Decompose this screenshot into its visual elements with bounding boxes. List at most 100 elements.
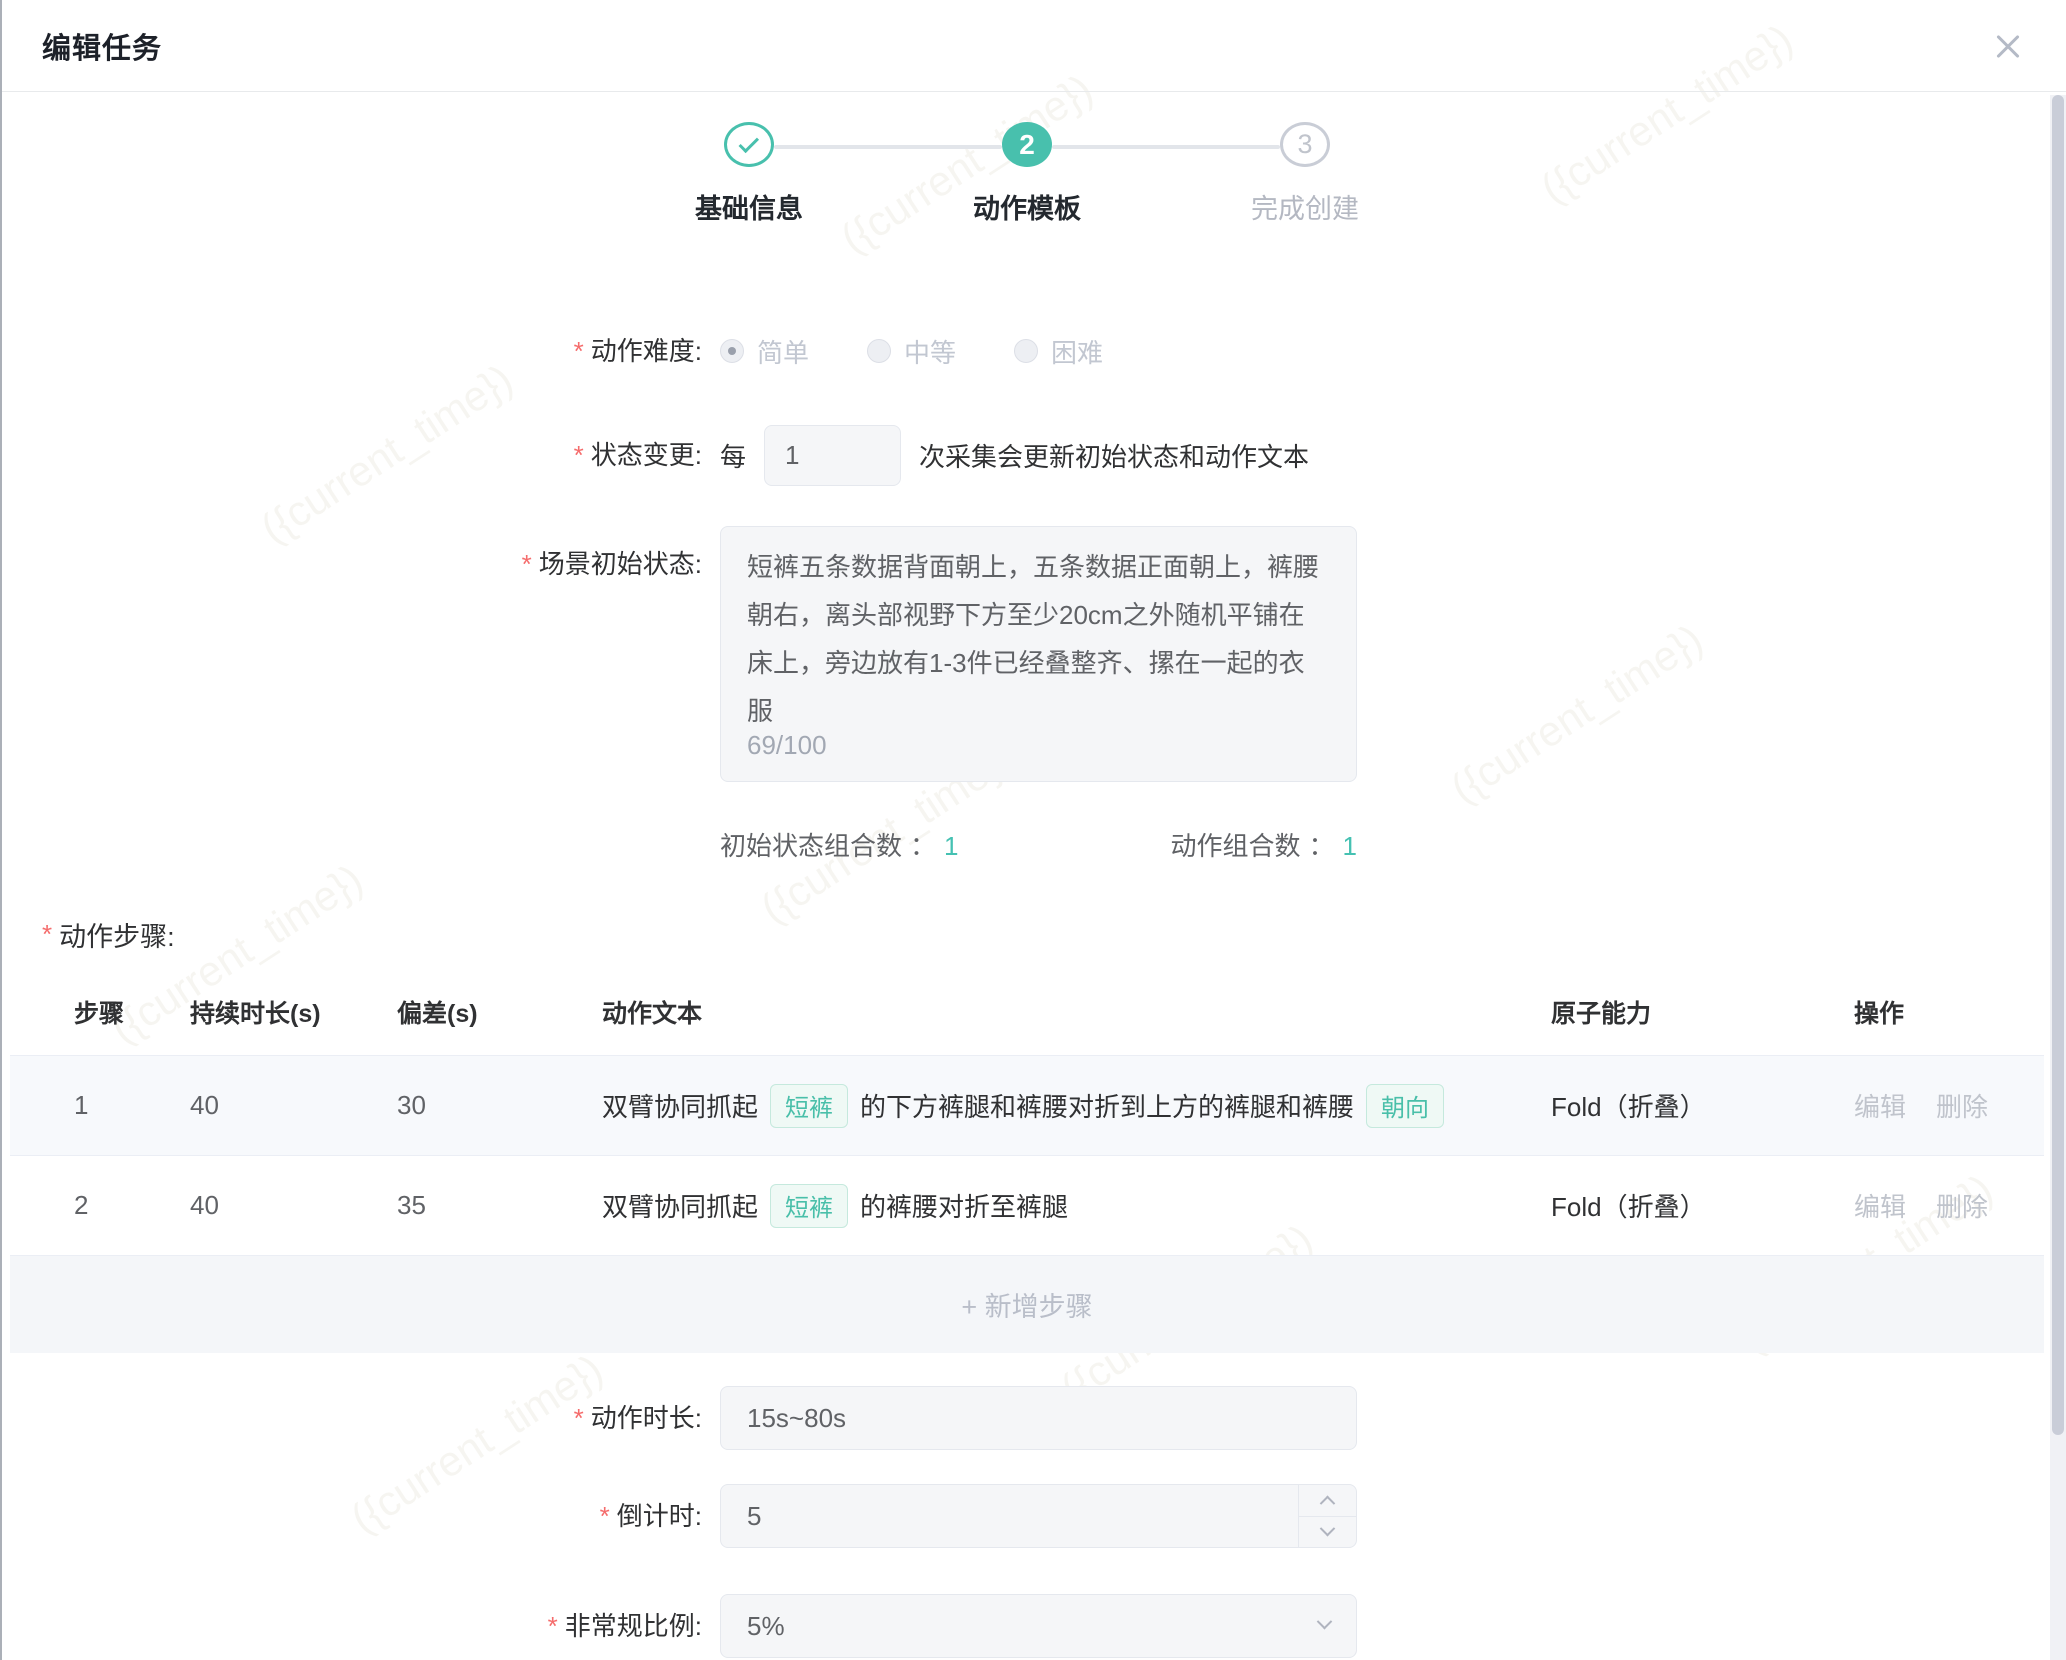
state-change-label: *状态变更: [2, 437, 702, 473]
edit-button[interactable]: 编辑 [1854, 1087, 1906, 1124]
checkmark-icon [738, 132, 759, 153]
combo-label: 初始状态组合数 [720, 831, 902, 861]
table-row: 1 40 30 双臂协同抓起 短裤 的下方裤腿和裤腰对折到上方的裤腿和裤腰 朝向… [10, 1056, 2044, 1156]
cell-step: 2 [74, 1190, 190, 1221]
action-text: 的裤腰对折至裤腿 [860, 1187, 1068, 1224]
orientation-tag: 朝向 [1366, 1084, 1444, 1128]
step-action-template: 2 动作模板 [888, 122, 1166, 226]
cell-deviation: 30 [397, 1090, 602, 1121]
step-label: 完成创建 [1251, 187, 1359, 226]
step-finish-create: 3 完成创建 [1166, 122, 1444, 226]
state-change-suffix: 次采集会更新初始状态和动作文本 [919, 437, 1309, 474]
action-duration-label: *动作时长: [2, 1400, 702, 1436]
step-label: 基础信息 [695, 187, 803, 226]
action-text: 双臂协同抓起 [602, 1187, 758, 1224]
radio-label: 中等 [904, 333, 956, 370]
initial-combo-count: 初始状态组合数 ： 1 [720, 826, 959, 863]
radio-icon[interactable] [1014, 339, 1038, 363]
label-text: 倒计时: [617, 1501, 702, 1531]
countdown-input[interactable]: 5 [720, 1484, 1357, 1548]
combo-counts-row: 初始状态组合数 ： 1 动作组合数：1 [720, 827, 1357, 861]
cell-action-text: 双臂协同抓起 短裤 的下方裤腿和裤腰对折到上方的裤腿和裤腰 朝向 [602, 1084, 1551, 1128]
cell-duration: 40 [190, 1090, 397, 1121]
step-label: 动作模板 [973, 187, 1081, 226]
label-text: 状态变更: [591, 440, 702, 470]
label-text: 动作时长: [591, 1403, 702, 1433]
unusual-ratio-select[interactable]: 5% [720, 1594, 1357, 1658]
object-tag: 短裤 [770, 1084, 848, 1128]
action-text: 双臂协同抓起 [602, 1087, 758, 1124]
spinner-increase-button[interactable] [1299, 1485, 1356, 1516]
col-header-operations: 操作 [1854, 994, 2044, 1030]
required-mark: * [574, 440, 584, 470]
step-basic-info: 基础信息 [610, 122, 888, 226]
cell-ability: Fold（折叠） [1551, 1187, 1854, 1224]
action-steps-label: * 动作步骤: [2, 917, 2052, 951]
combo-label: 动作组合数 [1171, 831, 1301, 861]
countdown-row: *倒计时: 5 [2, 1484, 2052, 1548]
required-mark: * [42, 919, 52, 950]
required-mark: * [522, 549, 532, 579]
edit-button[interactable]: 编辑 [1854, 1187, 1906, 1224]
label-text: 场景初始状态: [539, 549, 702, 579]
col-header-duration: 持续时长(s) [190, 994, 397, 1030]
edit-task-dialog: ({current_time}) ({current_time}) ({curr… [0, 0, 2066, 1660]
label-text: 动作难度: [591, 336, 702, 366]
cell-operations: 编辑 删除 [1854, 1187, 2044, 1224]
step-number: 2 [1002, 122, 1052, 167]
input-value: 15s~80s [747, 1403, 846, 1434]
radio-option-medium[interactable]: 中等 [867, 333, 956, 370]
delete-button[interactable]: 删除 [1936, 1187, 1988, 1224]
cell-operations: 编辑 删除 [1854, 1087, 2044, 1124]
label-text: 非常规比例: [565, 1611, 702, 1641]
combo-value: 1 [944, 831, 958, 861]
cell-deviation: 35 [397, 1190, 602, 1221]
combo-separator: ： [910, 831, 936, 861]
combo-value: 1 [1343, 831, 1357, 861]
col-header-action-text: 动作文本 [602, 994, 1551, 1030]
col-header-step: 步骤 [74, 994, 190, 1030]
action-text: 的下方裤腿和裤腰对折到上方的裤腿和裤腰 [860, 1087, 1354, 1124]
label-text: 动作步骤: [59, 915, 175, 954]
object-tag: 短裤 [770, 1184, 848, 1228]
radio-label: 简单 [757, 333, 809, 370]
unusual-ratio-row: *非常规比例: 5% [2, 1594, 2052, 1658]
chevron-down-icon [1317, 1614, 1333, 1630]
radio-option-easy[interactable]: 简单 [720, 333, 809, 370]
vertical-scrollbar[interactable] [2050, 95, 2066, 1660]
difficulty-row: *动作难度: 简单 中等 困难 [2, 333, 2052, 369]
dialog-body: 基础信息 2 动作模板 3 完成创建 *动作难度: 简单 中等 [2, 122, 2052, 1658]
action-duration-input[interactable]: 15s~80s [720, 1386, 1357, 1450]
initial-state-textarea[interactable]: 短裤五条数据背面朝上，五条数据正面朝上，裤腰朝右，离头部视野下方至少20cm之外… [720, 526, 1357, 782]
initial-state-row: *场景初始状态: 短裤五条数据背面朝上，五条数据正面朝上，裤腰朝右，离头部视野下… [2, 526, 2052, 782]
delete-button[interactable]: 删除 [1936, 1087, 1988, 1124]
countdown-label: *倒计时: [2, 1498, 702, 1534]
required-mark: * [548, 1611, 558, 1641]
dialog-header: 编辑任务 [2, 0, 2066, 92]
table-header-row: 步骤 持续时长(s) 偏差(s) 动作文本 原子能力 操作 [10, 969, 2044, 1056]
action-combo-count: 动作组合数：1 [1171, 826, 1358, 863]
add-step-button[interactable]: + 新增步骤 [10, 1256, 2044, 1353]
step-done-circle [724, 122, 774, 167]
table-row: 2 40 35 双臂协同抓起 短裤 的裤腰对折至裤腿 Fold（折叠） 编辑 删… [10, 1156, 2044, 1256]
radio-icon[interactable] [867, 339, 891, 363]
cell-action-text: 双臂协同抓起 短裤 的裤腰对折至裤腿 [602, 1184, 1551, 1228]
scrollbar-thumb[interactable] [2052, 95, 2064, 1435]
state-change-input[interactable]: 1 [764, 425, 901, 486]
action-duration-row: *动作时长: 15s~80s [2, 1386, 2052, 1450]
radio-label: 困难 [1051, 333, 1103, 370]
close-icon[interactable] [1988, 26, 2028, 66]
required-mark: * [574, 1403, 584, 1433]
chevron-down-icon [1320, 1521, 1336, 1537]
required-mark: * [574, 336, 584, 366]
step-number: 3 [1280, 122, 1330, 167]
textarea-value: 短裤五条数据背面朝上，五条数据正面朝上，裤腰朝右，离头部视野下方至少20cm之外… [747, 552, 1319, 726]
spinner-decrease-button[interactable] [1299, 1516, 1356, 1548]
radio-option-hard[interactable]: 困难 [1014, 333, 1103, 370]
cell-ability: Fold（折叠） [1551, 1087, 1854, 1124]
radio-selected-icon[interactable] [720, 339, 744, 363]
chevron-up-icon [1320, 1495, 1336, 1511]
stepper: 基础信息 2 动作模板 3 完成创建 [610, 122, 1444, 226]
state-change-prefix: 每 [720, 437, 746, 474]
input-value: 5 [747, 1501, 761, 1532]
